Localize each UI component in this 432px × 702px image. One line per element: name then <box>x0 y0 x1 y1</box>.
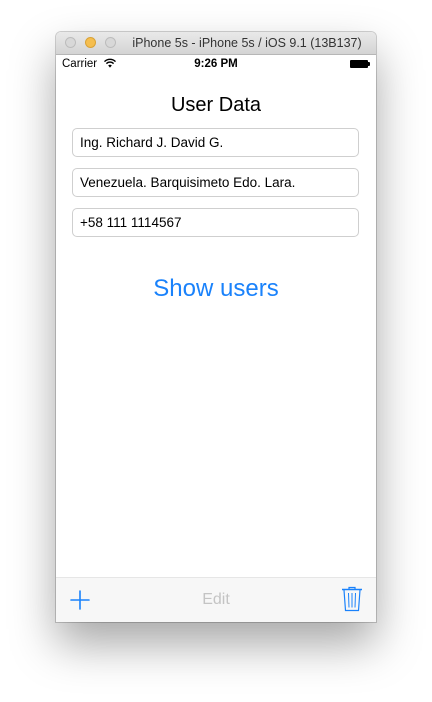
edit-button[interactable]: Edit <box>56 591 376 609</box>
ios-status-bar: Carrier 9:26 PM <box>56 55 376 75</box>
close-window-button[interactable] <box>65 37 76 48</box>
name-field[interactable]: Ing. Richard J. David G. <box>72 128 359 157</box>
page-title: User Data <box>170 94 262 116</box>
simulator-window: iPhone 5s - iPhone 5s / iOS 9.1 (13B137)… <box>56 32 376 622</box>
zoom-window-button[interactable] <box>105 37 116 48</box>
bottom-toolbar: Edit <box>56 577 376 622</box>
show-users-button[interactable]: Show users <box>56 275 376 303</box>
trash-icon[interactable] <box>341 586 363 612</box>
status-time: 9:26 PM <box>194 58 238 70</box>
battery-icon <box>350 60 370 68</box>
window-title: iPhone 5s - iPhone 5s / iOS 9.1 (13B137) <box>132 36 362 50</box>
phone-field[interactable]: +58 111 1114567 <box>72 208 359 237</box>
window-titlebar: iPhone 5s - iPhone 5s / iOS 9.1 (13B137) <box>56 32 376 55</box>
address-field[interactable]: Venezuela. Barquisimeto Edo. Lara. <box>72 168 359 197</box>
minimize-window-button[interactable] <box>85 37 96 48</box>
